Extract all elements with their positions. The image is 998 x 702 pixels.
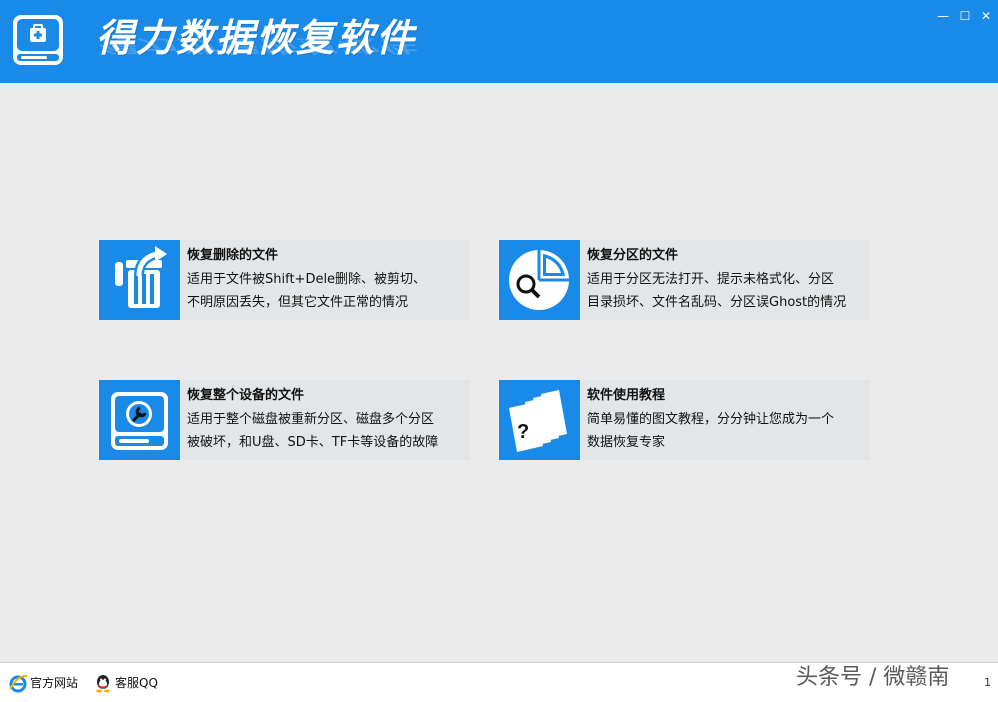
page-number: 1 <box>984 676 991 689</box>
card-icon-box <box>499 240 580 320</box>
app-logo-icon <box>13 15 63 65</box>
card-description-line1: 适用于分区无法打开、提示未格式化、分区 <box>587 272 835 287</box>
recover-device-files-card[interactable]: 恢复整个设备的文件 适用于整个磁盘被重新分区、磁盘多个分区 被破坏，和U盘、SD… <box>99 380 470 460</box>
card-description-line1: 适用于整个磁盘被重新分区、磁盘多个分区 <box>187 412 435 427</box>
card-title: 软件使用教程 <box>587 388 666 403</box>
card-description-line1: 适用于文件被Shift+Dele删除、被剪切、 <box>187 272 427 287</box>
watermark-text: 头条号 / 微赣南 <box>796 665 950 690</box>
card-title: 恢复整个设备的文件 <box>187 388 305 403</box>
maximize-button[interactable]: ☐ <box>957 8 973 24</box>
qq-penguin-icon <box>96 675 110 693</box>
software-tutorial-card[interactable]: ? 软件使用教程 简单易懂的图文教程，分分钟让您成为一个 数据恢复专家 <box>499 380 870 460</box>
card-description-line2: 数据恢复专家 <box>587 435 666 450</box>
card-icon-box <box>99 380 180 460</box>
title-bar: 得力数据恢复软件 得力数据恢复软件 — ☐ ✕ <box>0 0 998 83</box>
customer-service-qq-label: 客服QQ <box>115 676 158 690</box>
close-button[interactable]: ✕ <box>978 8 994 24</box>
partition-search-icon <box>509 250 569 310</box>
tutorial-pages-icon: ? <box>509 390 567 452</box>
minimize-button[interactable]: — <box>935 8 951 24</box>
card-description-line2: 不明原因丢失，但其它文件正常的情况 <box>187 295 409 310</box>
card-title: 恢复分区的文件 <box>587 248 679 263</box>
card-title: 恢复删除的文件 <box>187 248 279 263</box>
recover-deleted-files-card[interactable]: 恢复删除的文件 适用于文件被Shift+Dele删除、被剪切、 不明原因丢失，但… <box>99 240 470 320</box>
svg-text:?: ? <box>517 421 529 443</box>
app-title: 得力数据恢复软件 <box>96 16 417 60</box>
trash-restore-icon <box>115 246 167 308</box>
disk-wrench-icon <box>111 392 168 450</box>
card-icon-box <box>99 240 180 320</box>
card-description-line2: 被破坏，和U盘、SD卡、TF卡等设备的故障 <box>187 435 439 450</box>
recover-partition-files-card[interactable]: 恢复分区的文件 适用于分区无法打开、提示未格式化、分区 目录损坏、文件名乱码、分… <box>499 240 870 320</box>
card-description-line1: 简单易懂的图文教程，分分钟让您成为一个 <box>587 412 835 427</box>
card-icon-box: ? <box>499 380 580 460</box>
card-description-line2: 目录损坏、文件名乱码、分区误Ghost的情况 <box>587 295 847 310</box>
ie-browser-icon <box>9 674 28 693</box>
official-website-label: 官方网站 <box>30 676 79 690</box>
